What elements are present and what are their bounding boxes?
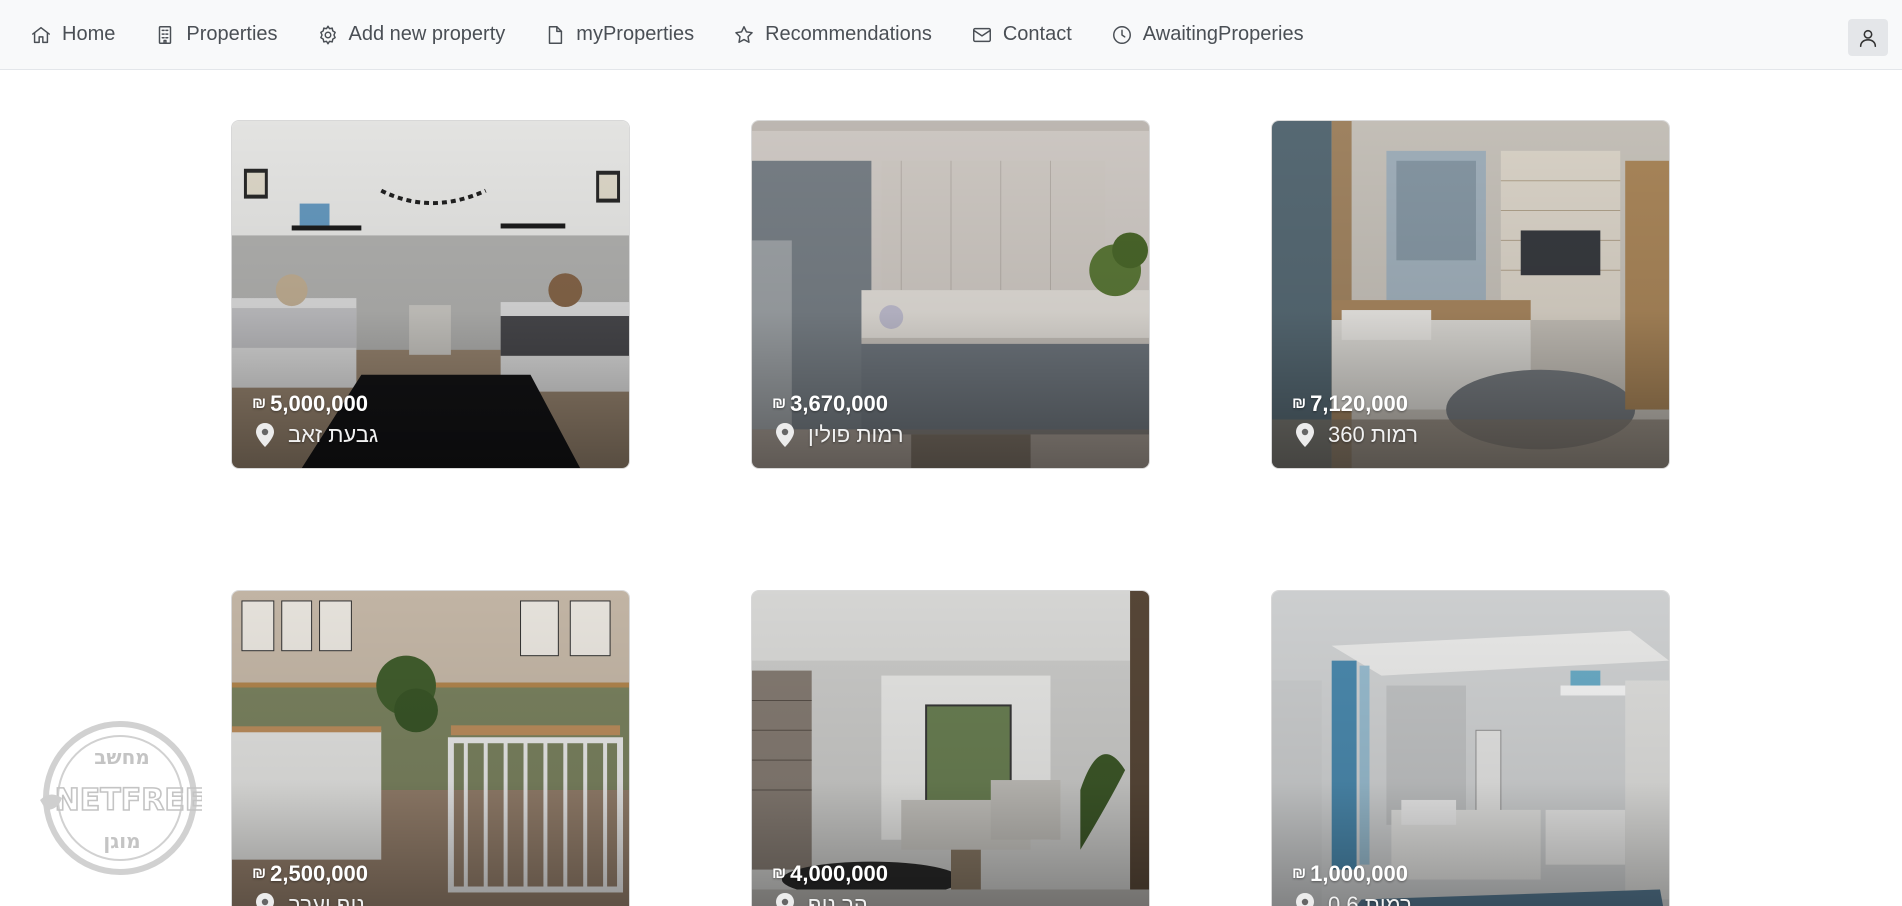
envelope-icon [972, 27, 991, 42]
listing-card[interactable]: ₪ 2,500,000 נוף יערב [231, 590, 630, 906]
map-pin-icon [776, 893, 794, 906]
map-pin-icon [256, 423, 274, 447]
home-icon [32, 26, 50, 43]
listing-price: ₪ 2,500,000 [252, 861, 368, 887]
listing-location: גבעת זאב [254, 422, 378, 448]
map-pin-icon [1296, 893, 1314, 906]
currency-symbol: ₪ [252, 395, 267, 412]
listing-card[interactable]: ₪ 4,000,000 הר נוף [751, 590, 1150, 906]
nav-recommendations[interactable]: Recommendations [733, 23, 932, 46]
map-pin-icon [256, 893, 274, 906]
price-value: 1,000,000 [1310, 861, 1409, 886]
listing-card[interactable]: ₪ 3,670,000 רמות פולין [751, 120, 1150, 469]
listings-grid: ₪ 5,000,000 גבעת זאב ₪ 3,670,000 רמות פול [231, 120, 1671, 906]
nav-properties-label: Properties [186, 23, 278, 45]
nav-my-properties-label: myProperties [576, 23, 695, 45]
svg-text:NETFREE: NETFREE [55, 783, 202, 818]
nav-home-label: Home [62, 23, 116, 45]
gear-icon [319, 25, 336, 44]
file-icon [549, 25, 563, 44]
listing-location: הר נוף [774, 892, 868, 906]
svg-text:מחשב: מחשב [94, 745, 150, 769]
nav-add-property-label: Add new property [348, 23, 506, 45]
nav-home[interactable]: Home [30, 23, 115, 46]
listing-location: רמות 360 [1294, 422, 1418, 448]
star-icon [735, 25, 753, 43]
price-value: 7,120,000 [1310, 391, 1409, 416]
listing-location: רמות פולין [774, 422, 903, 448]
map-pin-icon [776, 423, 794, 447]
top-navbar: Home Properties Add new property myPrope… [0, 0, 1902, 70]
price-value: 2,500,000 [270, 861, 369, 886]
listing-location: רמות 0.6 [1294, 892, 1412, 906]
nav-awaiting-properties[interactable]: AwaitingProperies [1111, 23, 1304, 46]
nav-add-property[interactable]: Add new property [317, 23, 506, 46]
nav-awaiting-properties-label: AwaitingProperies [1142, 23, 1304, 45]
svg-text:מוגן: מוגן [103, 829, 140, 853]
listing-price: ₪ 5,000,000 [252, 391, 368, 417]
listing-price: ₪ 4,000,000 [772, 861, 888, 887]
nav-contact[interactable]: Contact [971, 23, 1072, 46]
price-value: 5,000,000 [270, 391, 369, 416]
nav-recommendations-label: Recommendations [765, 23, 932, 45]
nav-contact-label: Contact [1002, 23, 1072, 45]
listing-location: נוף יערב [254, 892, 365, 906]
nav-properties[interactable]: Properties [154, 23, 278, 46]
user-account-button[interactable] [1848, 19, 1888, 56]
currency-symbol: ₪ [252, 865, 267, 882]
currency-symbol: ₪ [1292, 865, 1307, 882]
price-value: 4,000,000 [790, 861, 889, 886]
currency-symbol: ₪ [772, 865, 787, 882]
location-text: נוף יערב [288, 892, 365, 906]
listing-card[interactable]: ₪ 1,000,000 רמות 0.6 [1271, 590, 1670, 906]
nav-my-properties[interactable]: myProperties [544, 23, 694, 46]
currency-symbol: ₪ [1292, 395, 1307, 412]
listing-price: ₪ 1,000,000 [1292, 861, 1408, 887]
price-value: 3,670,000 [790, 391, 889, 416]
location-text: גבעת זאב [288, 422, 379, 447]
currency-symbol: ₪ [772, 395, 787, 412]
location-text: רמות פולין [808, 422, 904, 447]
location-text: רמות 0.6 [1328, 892, 1412, 906]
listing-card[interactable]: ₪ 5,000,000 גבעת זאב [231, 120, 630, 469]
listing-price: ₪ 3,670,000 [772, 391, 888, 417]
clock-icon [1112, 25, 1131, 44]
listing-price: ₪ 7,120,000 [1292, 391, 1408, 417]
map-pin-icon [1296, 423, 1314, 447]
listing-card[interactable]: ₪ 7,120,000 רמות 360 [1271, 120, 1670, 469]
building-icon [159, 25, 172, 44]
location-text: הר נוף [808, 892, 868, 906]
user-icon [1859, 29, 1877, 47]
location-text: רמות 360 [1328, 422, 1418, 447]
netfree-watermark-logo: מחשב NETFREE מוגן [40, 721, 202, 875]
